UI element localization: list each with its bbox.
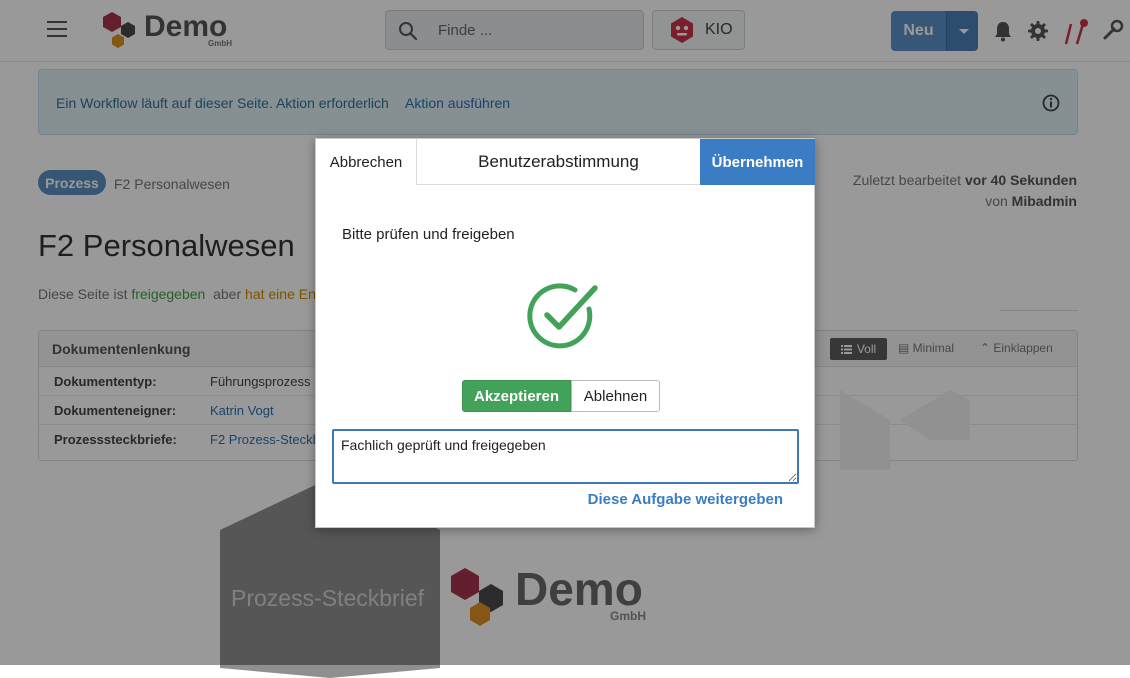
cancel-button[interactable]: Abbrechen: [316, 139, 417, 185]
comment-field[interactable]: Fachlich geprüft und freigegeben: [332, 429, 799, 484]
dialog-instruction: Bitte prüfen und freigeben: [342, 226, 515, 243]
reject-button[interactable]: Ablehnen: [571, 380, 660, 412]
dialog-title: Benutzerabstimmung: [478, 152, 639, 171]
apply-button[interactable]: Übernehmen: [700, 139, 815, 185]
checkmark-circle-icon: [527, 283, 598, 349]
delegate-task-link[interactable]: Diese Aufgabe weitergeben: [588, 491, 783, 508]
dialog-header: Abbrechen Benutzerabstimmung Übernehmen: [316, 139, 815, 185]
accept-button[interactable]: Akzeptieren: [462, 380, 571, 412]
user-vote-dialog: Abbrechen Benutzerabstimmung Übernehmen …: [315, 138, 815, 528]
